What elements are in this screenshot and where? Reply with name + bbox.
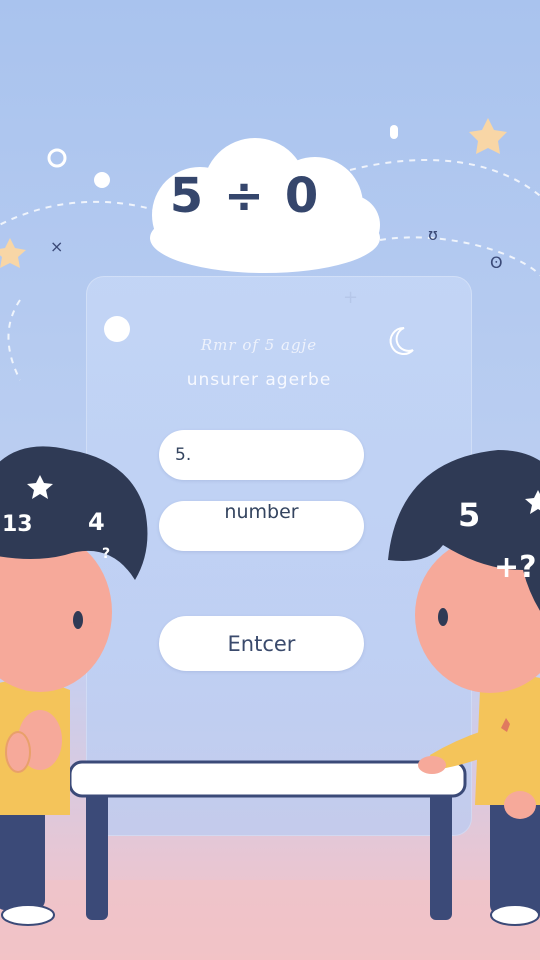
hair-number-5: 5 [458,496,481,534]
hair-number-4: 4 [88,508,105,536]
hair-plus-question: +? [494,550,537,585]
characters-scene [0,446,540,926]
hair-question: ? [102,546,111,562]
hair-number-13: 13 [2,512,33,537]
table [68,760,467,920]
app-screen: × + ʊ ʘ 5 ÷ 0 Rmr of 5 agje unsurer ager… [0,0,540,960]
